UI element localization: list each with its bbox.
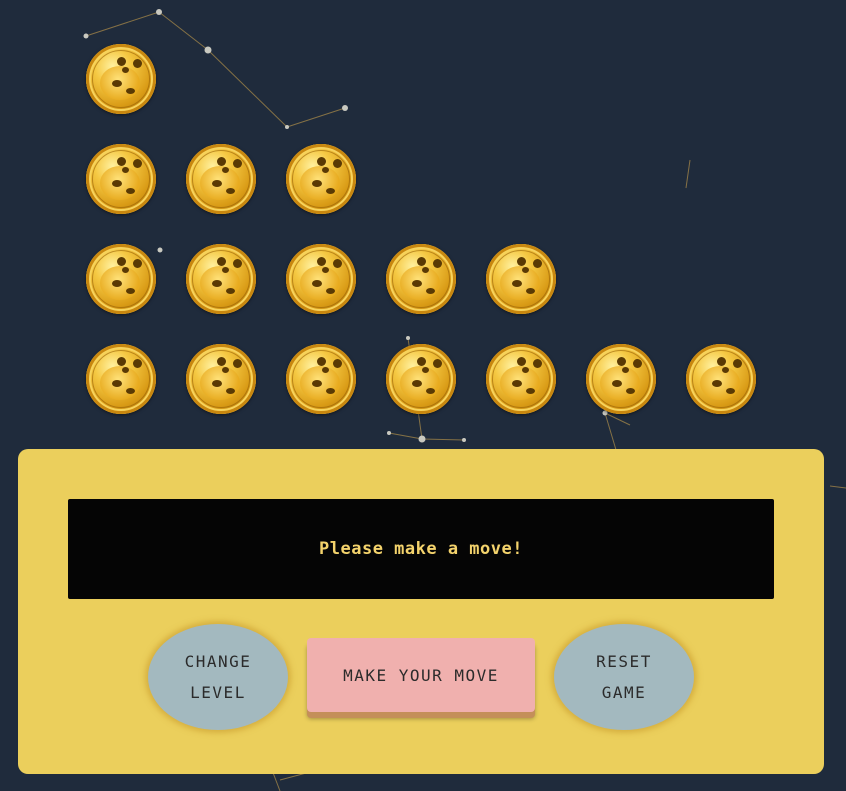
status-message: Please make a move! xyxy=(319,539,523,559)
panda-gold-coin-icon[interactable] xyxy=(686,344,756,414)
panda-gold-coin-icon[interactable] xyxy=(486,344,556,414)
coin-row-4 xyxy=(86,344,756,414)
change-level-label-line2: LEVEL xyxy=(190,683,246,702)
make-move-button[interactable]: MAKE YOUR MOVE xyxy=(307,638,535,712)
coin-row-1 xyxy=(86,44,156,114)
panda-gold-coin-icon[interactable] xyxy=(86,244,156,314)
panda-gold-coin-icon[interactable] xyxy=(186,244,256,314)
panda-gold-coin-icon[interactable] xyxy=(386,244,456,314)
panda-gold-coin-icon[interactable] xyxy=(286,344,356,414)
panda-gold-coin-icon[interactable] xyxy=(186,344,256,414)
panda-gold-coin-icon[interactable] xyxy=(386,344,456,414)
reset-game-label-line2: GAME xyxy=(601,683,647,702)
coin-row-2 xyxy=(86,144,356,214)
panda-gold-coin-icon[interactable] xyxy=(286,144,356,214)
panda-gold-coin-icon[interactable] xyxy=(486,244,556,314)
panda-gold-coin-icon[interactable] xyxy=(186,144,256,214)
change-level-label-line1: CHANGE xyxy=(184,652,252,671)
change-level-button[interactable]: CHANGE LEVEL xyxy=(148,624,288,730)
panda-gold-coin-icon[interactable] xyxy=(86,344,156,414)
reset-game-button[interactable]: RESET GAME xyxy=(554,624,694,730)
reset-game-label-line1: RESET xyxy=(596,652,652,671)
panda-gold-coin-icon[interactable] xyxy=(86,144,156,214)
make-move-label: MAKE YOUR MOVE xyxy=(343,665,499,685)
message-screen: Please make a move! xyxy=(68,499,774,599)
control-panel: Please make a move! CHANGE LEVEL MAKE YO… xyxy=(18,449,824,774)
coin-row-3 xyxy=(86,244,556,314)
panda-gold-coin-icon[interactable] xyxy=(86,44,156,114)
panda-gold-coin-icon[interactable] xyxy=(586,344,656,414)
panda-gold-coin-icon[interactable] xyxy=(286,244,356,314)
